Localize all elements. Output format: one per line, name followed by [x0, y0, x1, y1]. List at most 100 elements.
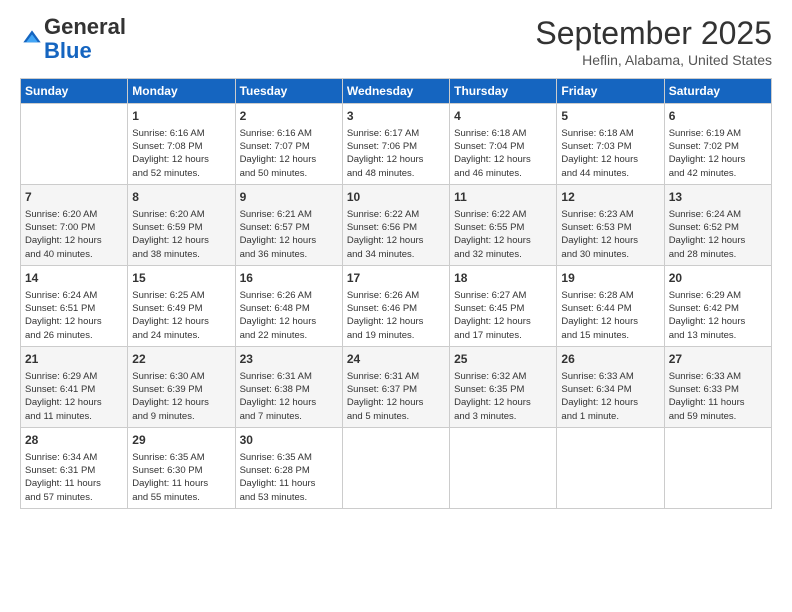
day-info-line: Sunset: 6:42 PM: [669, 302, 767, 315]
logo-text: General Blue: [44, 15, 126, 63]
day-number: 21: [25, 351, 123, 368]
day-number: 16: [240, 270, 338, 287]
calendar-cell: 28Sunrise: 6:34 AMSunset: 6:31 PMDayligh…: [21, 427, 128, 508]
day-info-line: Daylight: 12 hours: [347, 153, 445, 166]
calendar-cell: 8Sunrise: 6:20 AMSunset: 6:59 PMDaylight…: [128, 184, 235, 265]
calendar-week-row: 21Sunrise: 6:29 AMSunset: 6:41 PMDayligh…: [21, 346, 772, 427]
day-number: 2: [240, 108, 338, 125]
calendar-cell: 29Sunrise: 6:35 AMSunset: 6:30 PMDayligh…: [128, 427, 235, 508]
calendar-cell: 24Sunrise: 6:31 AMSunset: 6:37 PMDayligh…: [342, 346, 449, 427]
calendar-cell: 16Sunrise: 6:26 AMSunset: 6:48 PMDayligh…: [235, 265, 342, 346]
day-info-line: and 26 minutes.: [25, 329, 123, 342]
day-info-line: Sunset: 6:49 PM: [132, 302, 230, 315]
calendar-cell: 27Sunrise: 6:33 AMSunset: 6:33 PMDayligh…: [664, 346, 771, 427]
calendar-table: SundayMondayTuesdayWednesdayThursdayFrid…: [20, 78, 772, 509]
day-info-line: Sunset: 6:34 PM: [561, 383, 659, 396]
day-info-line: Sunrise: 6:22 AM: [454, 208, 552, 221]
day-info-line: and 11 minutes.: [25, 410, 123, 423]
day-number: 1: [132, 108, 230, 125]
day-info-line: Daylight: 12 hours: [347, 234, 445, 247]
weekday-header: Sunday: [21, 79, 128, 104]
day-info-line: Daylight: 12 hours: [132, 234, 230, 247]
day-info-line: Sunset: 6:55 PM: [454, 221, 552, 234]
day-info-line: Sunset: 7:04 PM: [454, 140, 552, 153]
day-info-line: and 13 minutes.: [669, 329, 767, 342]
day-info-line: Daylight: 11 hours: [132, 477, 230, 490]
day-info-line: Daylight: 12 hours: [561, 153, 659, 166]
day-info-line: and 22 minutes.: [240, 329, 338, 342]
day-info-line: Daylight: 12 hours: [454, 396, 552, 409]
day-info-line: Daylight: 12 hours: [669, 234, 767, 247]
day-info-line: Sunrise: 6:33 AM: [669, 370, 767, 383]
calendar-week-row: 7Sunrise: 6:20 AMSunset: 7:00 PMDaylight…: [21, 184, 772, 265]
title-block: September 2025 Heflin, Alabama, United S…: [535, 15, 772, 68]
weekday-header: Monday: [128, 79, 235, 104]
day-info-line: Daylight: 12 hours: [454, 153, 552, 166]
day-info-line: Sunset: 7:00 PM: [25, 221, 123, 234]
day-info-line: Sunrise: 6:30 AM: [132, 370, 230, 383]
calendar-cell: [342, 427, 449, 508]
day-info-line: Daylight: 12 hours: [240, 234, 338, 247]
day-info-line: and 36 minutes.: [240, 248, 338, 261]
day-number: 17: [347, 270, 445, 287]
day-info-line: Sunset: 7:06 PM: [347, 140, 445, 153]
day-info-line: and 9 minutes.: [132, 410, 230, 423]
calendar-page: General Blue September 2025 Heflin, Alab…: [0, 0, 792, 612]
day-info-line: Daylight: 12 hours: [561, 234, 659, 247]
calendar-cell: 10Sunrise: 6:22 AMSunset: 6:56 PMDayligh…: [342, 184, 449, 265]
day-number: 8: [132, 189, 230, 206]
calendar-cell: 20Sunrise: 6:29 AMSunset: 6:42 PMDayligh…: [664, 265, 771, 346]
weekday-header-row: SundayMondayTuesdayWednesdayThursdayFrid…: [21, 79, 772, 104]
logo-general: General: [44, 14, 126, 39]
day-info-line: Sunset: 7:07 PM: [240, 140, 338, 153]
day-info-line: and 55 minutes.: [132, 491, 230, 504]
day-info-line: Sunset: 6:39 PM: [132, 383, 230, 396]
day-info-line: Daylight: 11 hours: [240, 477, 338, 490]
day-info-line: and 40 minutes.: [25, 248, 123, 261]
calendar-cell: 30Sunrise: 6:35 AMSunset: 6:28 PMDayligh…: [235, 427, 342, 508]
calendar-cell: 26Sunrise: 6:33 AMSunset: 6:34 PMDayligh…: [557, 346, 664, 427]
day-info-line: Daylight: 12 hours: [561, 396, 659, 409]
day-info-line: and 38 minutes.: [132, 248, 230, 261]
day-info-line: Sunrise: 6:22 AM: [347, 208, 445, 221]
day-number: 15: [132, 270, 230, 287]
calendar-cell: 14Sunrise: 6:24 AMSunset: 6:51 PMDayligh…: [21, 265, 128, 346]
calendar-cell: 7Sunrise: 6:20 AMSunset: 7:00 PMDaylight…: [21, 184, 128, 265]
calendar-cell: 23Sunrise: 6:31 AMSunset: 6:38 PMDayligh…: [235, 346, 342, 427]
day-info-line: and 24 minutes.: [132, 329, 230, 342]
day-info-line: Daylight: 12 hours: [347, 396, 445, 409]
day-info-line: Sunset: 6:28 PM: [240, 464, 338, 477]
day-info-line: Daylight: 12 hours: [240, 315, 338, 328]
calendar-cell: 21Sunrise: 6:29 AMSunset: 6:41 PMDayligh…: [21, 346, 128, 427]
day-info-line: and 59 minutes.: [669, 410, 767, 423]
logo: General Blue: [20, 15, 126, 63]
day-info-line: Sunset: 6:31 PM: [25, 464, 123, 477]
day-info-line: Sunrise: 6:18 AM: [561, 127, 659, 140]
day-info-line: and 7 minutes.: [240, 410, 338, 423]
subtitle: Heflin, Alabama, United States: [535, 52, 772, 68]
weekday-header: Saturday: [664, 79, 771, 104]
day-info-line: and 30 minutes.: [561, 248, 659, 261]
day-info-line: and 42 minutes.: [669, 167, 767, 180]
day-number: 25: [454, 351, 552, 368]
day-info-line: and 53 minutes.: [240, 491, 338, 504]
day-number: 12: [561, 189, 659, 206]
calendar-cell: 12Sunrise: 6:23 AMSunset: 6:53 PMDayligh…: [557, 184, 664, 265]
calendar-week-row: 1Sunrise: 6:16 AMSunset: 7:08 PMDaylight…: [21, 104, 772, 185]
calendar-cell: [557, 427, 664, 508]
day-info-line: Daylight: 12 hours: [669, 153, 767, 166]
day-info-line: and 15 minutes.: [561, 329, 659, 342]
day-number: 7: [25, 189, 123, 206]
day-info-line: Sunset: 6:38 PM: [240, 383, 338, 396]
day-number: 14: [25, 270, 123, 287]
calendar-cell: [450, 427, 557, 508]
day-number: 22: [132, 351, 230, 368]
day-number: 28: [25, 432, 123, 449]
day-info-line: Daylight: 12 hours: [25, 396, 123, 409]
calendar-cell: 3Sunrise: 6:17 AMSunset: 7:06 PMDaylight…: [342, 104, 449, 185]
day-info-line: Sunrise: 6:23 AM: [561, 208, 659, 221]
day-info-line: Sunrise: 6:35 AM: [240, 451, 338, 464]
day-info-line: Sunrise: 6:34 AM: [25, 451, 123, 464]
day-info-line: and 3 minutes.: [454, 410, 552, 423]
day-info-line: Sunrise: 6:29 AM: [25, 370, 123, 383]
